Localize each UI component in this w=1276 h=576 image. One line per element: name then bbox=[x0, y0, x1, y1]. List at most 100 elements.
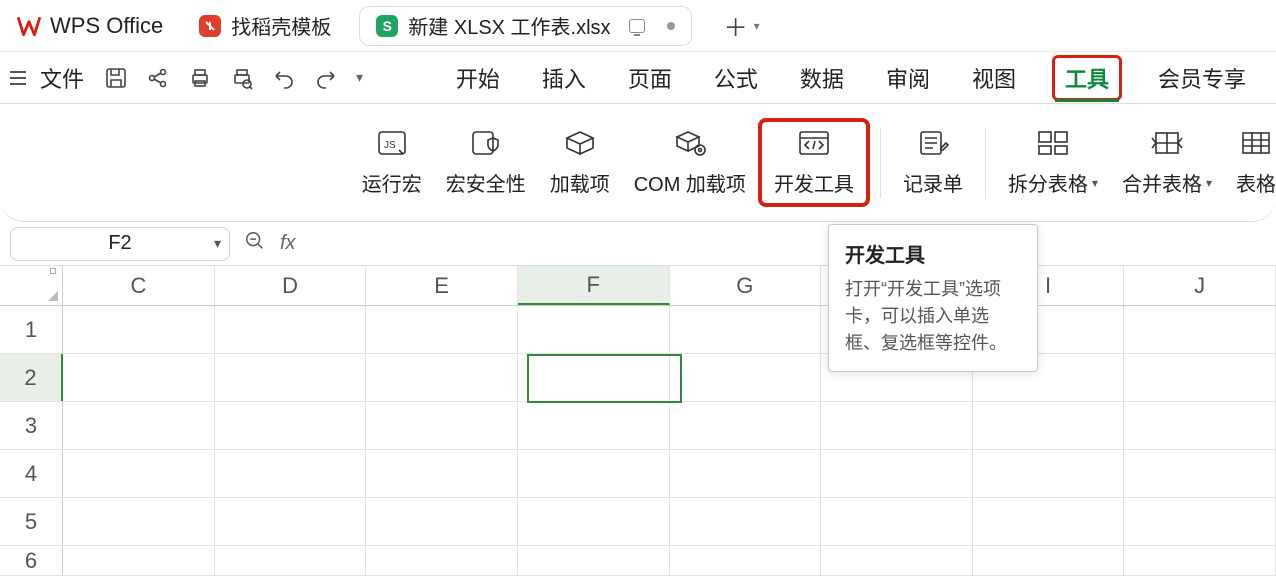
cell[interactable] bbox=[821, 450, 973, 497]
save-icon[interactable] bbox=[104, 66, 128, 90]
tab-vip[interactable]: 会员专享 bbox=[1152, 56, 1252, 100]
cell[interactable] bbox=[518, 402, 670, 449]
hamburger-menu-icon[interactable] bbox=[6, 71, 30, 85]
split-table-button[interactable]: 拆分表格▾ bbox=[996, 122, 1110, 203]
cell[interactable] bbox=[63, 546, 215, 575]
cell[interactable] bbox=[1124, 306, 1276, 353]
merge-table-button[interactable]: 合并表格▾ bbox=[1110, 122, 1224, 203]
row-header[interactable]: 1 bbox=[0, 306, 63, 353]
cell[interactable] bbox=[215, 402, 367, 449]
cell[interactable] bbox=[1124, 402, 1276, 449]
tooltip-title: 开发工具 bbox=[845, 239, 1021, 268]
name-box[interactable]: F2 ▾ bbox=[10, 227, 230, 261]
cell[interactable] bbox=[518, 498, 670, 545]
tab-formula[interactable]: 公式 bbox=[708, 56, 764, 100]
cell[interactable] bbox=[1124, 498, 1276, 545]
file-menu[interactable]: 文件 bbox=[34, 62, 90, 94]
addins-button[interactable]: 加载项 bbox=[538, 122, 622, 203]
cell[interactable] bbox=[366, 354, 518, 401]
select-all-corner[interactable] bbox=[0, 266, 63, 305]
cell[interactable] bbox=[518, 306, 670, 353]
row-header[interactable]: 3 bbox=[0, 402, 63, 449]
row-header[interactable]: 4 bbox=[0, 450, 63, 497]
cell[interactable] bbox=[215, 354, 367, 401]
cell[interactable] bbox=[821, 546, 973, 575]
cell[interactable] bbox=[670, 354, 822, 401]
cell[interactable] bbox=[215, 546, 367, 575]
script-icon: JS bbox=[375, 128, 409, 158]
tab-data[interactable]: 数据 bbox=[794, 56, 850, 100]
row-header[interactable]: 2 bbox=[0, 354, 63, 401]
cell[interactable] bbox=[63, 306, 215, 353]
macro-security-button[interactable]: 宏安全性 bbox=[434, 122, 538, 203]
cell-active[interactable] bbox=[518, 354, 670, 401]
cancel-icon[interactable] bbox=[244, 230, 266, 257]
redo-icon[interactable] bbox=[314, 66, 338, 90]
cell[interactable] bbox=[63, 354, 215, 401]
cell[interactable] bbox=[366, 498, 518, 545]
cell[interactable] bbox=[1124, 354, 1276, 401]
fx-label[interactable]: fx bbox=[280, 232, 296, 255]
tab-insert[interactable]: 插入 bbox=[536, 56, 592, 100]
tab-start[interactable]: 开始 bbox=[450, 56, 506, 100]
cell[interactable] bbox=[63, 402, 215, 449]
cell[interactable] bbox=[670, 306, 822, 353]
col-header[interactable]: D bbox=[215, 266, 367, 305]
cell[interactable] bbox=[670, 546, 822, 575]
cell[interactable] bbox=[670, 498, 822, 545]
cell[interactable] bbox=[215, 306, 367, 353]
print-icon[interactable] bbox=[188, 66, 212, 90]
col-header[interactable]: G bbox=[670, 266, 822, 305]
tab-document[interactable]: S 新建 XLSX 工作表.xlsx bbox=[359, 6, 691, 46]
spreadsheet-grid[interactable]: C D E F G H I J 1 2 3 4 5 6 bbox=[0, 266, 1276, 576]
cell[interactable] bbox=[518, 546, 670, 575]
cell[interactable] bbox=[973, 450, 1125, 497]
grid-row: 4 bbox=[0, 450, 1276, 498]
qat-dropdown-icon[interactable]: ▾ bbox=[356, 69, 363, 86]
row-header[interactable]: 5 bbox=[0, 498, 63, 545]
com-addins-button[interactable]: COM 加载项 bbox=[622, 122, 758, 203]
tab-tools[interactable]: 工具 bbox=[1052, 55, 1122, 101]
print-preview-icon[interactable] bbox=[230, 66, 254, 90]
cell[interactable] bbox=[973, 402, 1125, 449]
col-header[interactable]: J bbox=[1124, 266, 1276, 305]
column-headers: C D E F G H I J bbox=[0, 266, 1276, 306]
share-icon[interactable] bbox=[146, 66, 170, 90]
form-edit-icon bbox=[916, 128, 950, 158]
tab-page[interactable]: 页面 bbox=[622, 56, 678, 100]
tab-review[interactable]: 审阅 bbox=[880, 56, 936, 100]
cell[interactable] bbox=[1124, 546, 1276, 575]
cell[interactable] bbox=[821, 498, 973, 545]
cell[interactable] bbox=[215, 450, 367, 497]
record-form-button[interactable]: 记录单 bbox=[891, 122, 975, 203]
cell[interactable] bbox=[821, 402, 973, 449]
cell[interactable] bbox=[518, 450, 670, 497]
window-mode-icon[interactable] bbox=[629, 19, 645, 33]
run-macro-button[interactable]: JS 运行宏 bbox=[350, 122, 434, 203]
chevron-down-icon[interactable]: ▾ bbox=[214, 235, 221, 252]
cell[interactable] bbox=[63, 450, 215, 497]
row-header[interactable]: 6 bbox=[0, 546, 63, 575]
col-header[interactable]: C bbox=[63, 266, 215, 305]
tab-view[interactable]: 视图 bbox=[966, 56, 1022, 100]
undo-icon[interactable] bbox=[272, 66, 296, 90]
formula-input[interactable] bbox=[310, 229, 1266, 259]
table-button[interactable]: 表格 bbox=[1224, 122, 1276, 203]
cell[interactable] bbox=[366, 546, 518, 575]
cell[interactable] bbox=[215, 498, 367, 545]
col-header[interactable]: E bbox=[366, 266, 518, 305]
tab-templates[interactable]: 找稻壳模板 bbox=[183, 6, 347, 46]
cell[interactable] bbox=[670, 450, 822, 497]
cell[interactable] bbox=[366, 402, 518, 449]
cell[interactable] bbox=[63, 498, 215, 545]
cell[interactable] bbox=[366, 306, 518, 353]
col-header[interactable]: F bbox=[518, 266, 670, 305]
cell[interactable] bbox=[670, 402, 822, 449]
new-tab-button[interactable]: ＋ ▾ bbox=[724, 8, 760, 43]
cell[interactable] bbox=[973, 498, 1125, 545]
cell[interactable] bbox=[366, 450, 518, 497]
chevron-down-icon: ▾ bbox=[1092, 176, 1098, 190]
cell[interactable] bbox=[973, 546, 1125, 575]
dev-tools-button[interactable]: 开发工具 bbox=[758, 118, 870, 207]
cell[interactable] bbox=[1124, 450, 1276, 497]
